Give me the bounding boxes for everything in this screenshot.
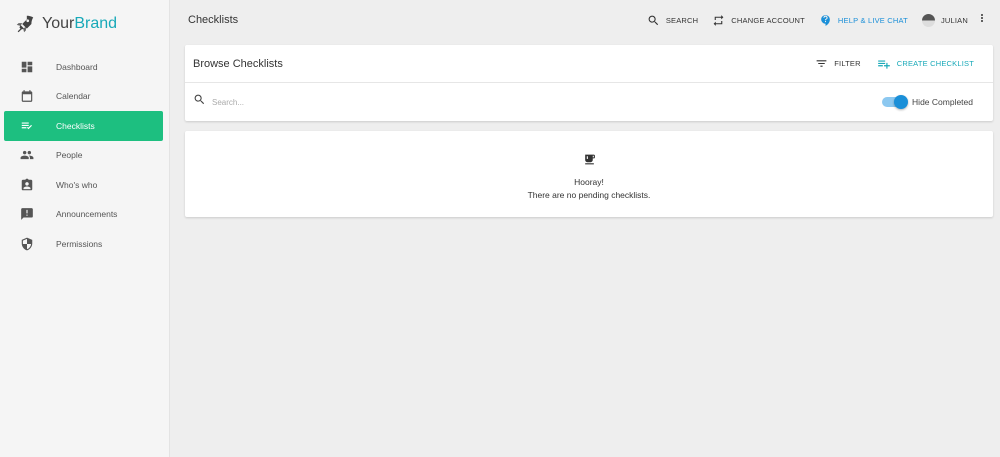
user-menu-button[interactable]: JULIAN <box>921 13 968 27</box>
sidebar-item-people[interactable]: People <box>4 141 163 171</box>
brand-name: YourBrand <box>42 15 118 32</box>
playlist-add-icon <box>877 60 890 69</box>
people-icon <box>20 148 34 162</box>
more-vert-icon[interactable] <box>968 11 988 29</box>
search-input[interactable] <box>212 97 883 107</box>
empty-state-card: Hooray! There are no pending checklists. <box>185 131 993 217</box>
change-account-button[interactable]: CHANGE ACCOUNT <box>712 14 805 27</box>
sidebar-item-checklists[interactable]: Checklists <box>4 111 163 141</box>
calendar-icon <box>20 89 34 103</box>
sidebar-item-label: Announcements <box>56 209 118 220</box>
browse-title: Browse Checklists <box>193 57 283 70</box>
sidebar: YourBrand Dashboard Calendar Checklists … <box>0 0 170 457</box>
sidebar-item-label: People <box>56 150 83 161</box>
announcement-icon <box>20 207 34 221</box>
filter-icon <box>816 60 827 67</box>
help-chat-label: HELP & LIVE CHAT <box>837 15 908 25</box>
sidebar-item-label: Checklists <box>56 120 95 131</box>
filter-label: FILTER <box>834 59 861 68</box>
dashboard-icon <box>20 60 34 74</box>
search-button-label: SEARCH <box>665 15 699 25</box>
user-name: JULIAN <box>940 15 968 25</box>
avatar <box>921 13 935 27</box>
badge-icon <box>20 178 34 192</box>
hide-completed-label: Hide Completed <box>912 97 973 107</box>
sidebar-item-label: Calendar <box>56 91 91 102</box>
search-button[interactable]: SEARCH <box>647 14 698 27</box>
sidebar-item-label: Permissions <box>56 238 103 249</box>
top-actions: SEARCH CHANGE ACCOUNT HELP & LIVE CHAT J… <box>633 11 1000 29</box>
sidebar-item-dashboard[interactable]: Dashboard <box>4 52 163 82</box>
browse-checklists-card: Browse Checklists FILTER CREATE CHECKLIS… <box>185 45 993 121</box>
hide-completed-toggle[interactable] <box>882 95 909 109</box>
top-bar: Checklists SEARCH CHANGE ACCOUNT HELP & … <box>170 0 1000 40</box>
empty-state-message: There are no pending checklists. <box>527 190 651 200</box>
sidebar-item-permissions[interactable]: Permissions <box>4 229 163 259</box>
coffee-icon <box>583 153 596 171</box>
help-chat-button[interactable]: HELP & LIVE CHAT <box>819 14 908 27</box>
sidebar-item-label: Who's who <box>56 179 98 190</box>
swap-icon <box>713 14 724 26</box>
sidebar-item-calendar[interactable]: Calendar <box>4 82 163 112</box>
brand-logo[interactable]: YourBrand <box>0 0 169 48</box>
change-account-label: CHANGE ACCOUNT <box>731 15 805 25</box>
sidebar-item-whos-who[interactable]: Who's who <box>4 170 163 200</box>
checklist-icon <box>20 119 34 133</box>
filter-button[interactable]: FILTER <box>815 57 861 70</box>
search-icon <box>648 15 658 25</box>
rocket-icon <box>14 13 36 35</box>
search-row: Hide Completed <box>185 83 993 121</box>
shield-icon <box>20 237 34 251</box>
help-icon <box>821 14 830 26</box>
page-title: Checklists <box>188 14 239 26</box>
create-checklist-label: CREATE CHECKLIST <box>896 59 974 68</box>
sidebar-nav: Dashboard Calendar Checklists People Who… <box>0 52 169 259</box>
search-icon <box>193 93 206 111</box>
create-checklist-button[interactable]: CREATE CHECKLIST <box>877 57 974 71</box>
sidebar-item-label: Dashboard <box>56 61 98 72</box>
browse-header: Browse Checklists FILTER CREATE CHECKLIS… <box>185 45 993 83</box>
sidebar-item-announcements[interactable]: Announcements <box>4 200 163 230</box>
empty-state-title: Hooray! <box>574 177 604 187</box>
